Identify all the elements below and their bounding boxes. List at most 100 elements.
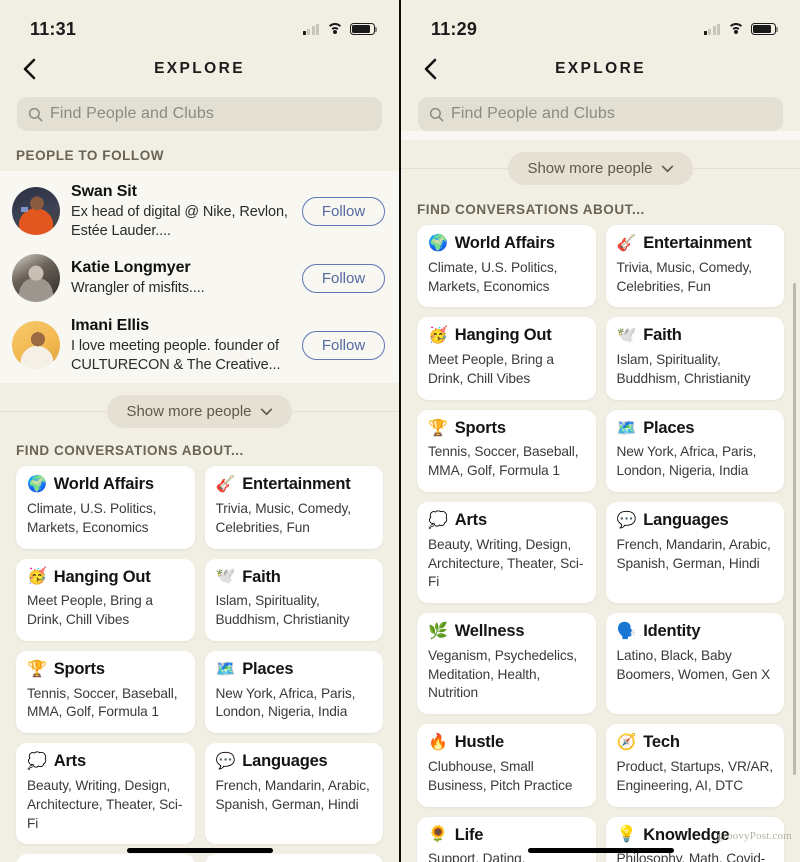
category-card[interactable]: 🥳 Hanging Out Meet People, Bring a Drink, … xyxy=(417,317,596,400)
person-name: Swan Sit xyxy=(71,183,137,200)
list-item[interactable]: Imani Ellis I love meeting people. found… xyxy=(0,309,399,381)
show-more-people-button[interactable]: Show more people xyxy=(107,395,292,429)
person-info: Swan Sit Ex head of digital @ Nike, Revl… xyxy=(71,182,291,240)
category-card[interactable]: 🔥 Hustle Clubhouse, Small Business, Pitch … xyxy=(417,724,596,807)
category-card[interactable]: 💬 Languages French, Mandarin, Arabic, Span… xyxy=(204,743,383,845)
category-title-row: 🔥 Hustle xyxy=(428,733,585,753)
search-icon xyxy=(28,107,43,121)
world-map-icon: 🗺️ xyxy=(616,419,637,437)
show-more-people-button[interactable]: Show more people xyxy=(508,152,693,185)
category-label: Arts xyxy=(454,510,487,529)
category-label: Places xyxy=(643,418,695,437)
thought-balloon-icon: 💭 xyxy=(27,753,47,771)
category-topics: Trivia, Music, Comedy, Celebrities, Fun xyxy=(616,259,753,294)
search-input[interactable]: Find People and Clubs xyxy=(17,97,382,131)
category-topics: Clubhouse, Small Business, Pitch Practic… xyxy=(428,758,573,793)
category-card[interactable]: 🌍 World Affairs Climate, U.S. Politics, Ma… xyxy=(16,466,195,549)
category-title-row: 🥳 Hanging Out xyxy=(428,326,585,346)
status-time: 11:29 xyxy=(431,18,478,39)
speech-balloon-icon: 💬 xyxy=(215,753,236,771)
page-title: EXPLORE xyxy=(154,60,245,77)
category-label: Entertainment xyxy=(643,234,752,252)
search-input[interactable]: Find People and Clubs xyxy=(418,97,783,131)
category-grid-left: 🌍 World Affairs Climate, U.S. Politics, Ma… xyxy=(0,466,399,862)
category-title-row: 🌿 Wellness xyxy=(428,622,585,642)
category-title-row: 🗣️ Identity xyxy=(617,622,774,642)
category-topics: New York, Africa, Paris, London, Nigeria… xyxy=(215,685,356,720)
back-button[interactable] xyxy=(16,56,42,82)
conversations-section-header-left: FIND CONVERSATIONS ABOUT... xyxy=(16,443,244,459)
category-title-row: 🎸 Entertainment xyxy=(216,475,373,495)
page-title: EXPLORE xyxy=(555,60,646,77)
home-indicator xyxy=(126,847,273,853)
category-title-row: 🕊️ Faith xyxy=(216,568,373,588)
category-label: Tech xyxy=(643,733,680,752)
search-placeholder: Find People and Clubs xyxy=(50,105,214,122)
panel-edge xyxy=(401,131,800,140)
category-title-row: 🥳 Hanging Out xyxy=(27,568,184,588)
people-to-follow-list: Swan Sit Ex head of digital @ Nike, Revl… xyxy=(0,171,399,384)
category-topics: Meet People, Bring a Drink, Chill Vibes xyxy=(27,593,153,628)
speech-balloon-icon: 💬 xyxy=(616,511,637,529)
category-card[interactable]: 🗺️ Places New York, Africa, Paris, London,… xyxy=(605,409,784,492)
status-indicators xyxy=(703,22,779,36)
category-title-row: 🗺️ Places xyxy=(216,660,373,680)
list-item[interactable]: Katie Longmyer Wrangler of misfits.... F… xyxy=(0,247,399,309)
back-button[interactable] xyxy=(417,56,443,82)
category-topics: Islam, Spirituality, Buddhism, Christian… xyxy=(616,352,751,386)
follow-button[interactable]: Follow xyxy=(302,330,385,360)
category-card[interactable]: 💭 Arts Beauty, Writing, Design, Architectu… xyxy=(417,501,596,604)
category-label: Life xyxy=(454,825,484,844)
category-card[interactable]: 🗣️IdentityLatino, Black, Baby Boomers, W… xyxy=(204,854,383,862)
show-more-people-container: Show more people xyxy=(401,140,800,196)
category-card[interactable]: 💬 Languages French, Mandarin, Arabic, Span… xyxy=(605,501,784,604)
guitar-icon: 🎸 xyxy=(616,234,637,252)
category-label: World Affairs xyxy=(53,475,154,494)
wifi-icon xyxy=(326,23,343,35)
category-title-row: 💭 Arts xyxy=(27,752,184,772)
category-card[interactable]: 🌿WellnessVeganism, Psychedelics, Meditat… xyxy=(16,854,195,862)
category-card[interactable]: 🌿Wellness Veganism, Psychedelics, Meditat… xyxy=(417,613,596,715)
category-card[interactable]: 🗣️IdentityLatino, Black, Baby Boomers, W… xyxy=(605,613,784,715)
category-card[interactable]: 🎸 Entertainment Trivia, Music, Comedy, Cel… xyxy=(204,466,383,549)
category-card[interactable]: 🏆 Sports Tennis, Soccer, Baseball, MMA, Go… xyxy=(417,409,596,492)
trophy-icon: 🏆 xyxy=(428,419,448,437)
category-card[interactable]: 🌍 World Affairs Climate, U.S. Politics, Ma… xyxy=(417,225,596,308)
dual-phone-screenshot: 11:31 EXPLORE Find People and Clubs PEOP… xyxy=(0,0,800,862)
category-card[interactable]: 🎸 Entertainment Trivia, Music, Comedy, Cel… xyxy=(605,225,784,308)
category-label: Places xyxy=(242,659,294,678)
category-card[interactable]: 🧭 Tech Product, Startups, VR/AR, Engineeri… xyxy=(605,724,784,807)
home-indicator xyxy=(527,847,674,853)
person-name: Imani Ellis xyxy=(71,317,150,335)
category-card[interactable]: 💭 Arts Beauty, Writing, Design, Architectu… xyxy=(16,743,195,845)
follow-button[interactable]: Follow xyxy=(302,263,385,293)
person-name: Katie Longmyer xyxy=(71,259,191,277)
category-card[interactable]: 🌻LifeSupport, Dating, Grownuping, Parent… xyxy=(417,816,596,862)
world-map-icon: 🗺️ xyxy=(215,660,236,678)
category-card[interactable]: 🗺️ Places New York, Africa, Paris, London,… xyxy=(204,650,383,734)
category-topics: Climate, U.S. Politics, Markets, Economi… xyxy=(428,259,558,294)
battery-icon xyxy=(350,22,378,36)
show-more-people-label: Show more people xyxy=(527,160,653,177)
category-label: Wellness xyxy=(454,622,525,641)
person-info: Katie Longmyer Wrangler of misfits.... xyxy=(71,258,291,298)
cellular-signal-icon xyxy=(302,23,319,35)
status-indicators xyxy=(302,22,378,36)
category-card[interactable]: 🏆 Sports Tennis, Soccer, Baseball, MMA, Go… xyxy=(16,650,195,734)
avatar xyxy=(12,254,60,303)
category-label: Languages xyxy=(242,752,328,771)
vertical-scrollbar[interactable] xyxy=(793,283,796,775)
globe-icon: 🌍 xyxy=(428,234,448,252)
category-label: Languages xyxy=(643,510,729,529)
category-card[interactable]: 🕊️ Faith Islam, Spirituality, Buddhism, Ch… xyxy=(204,558,383,641)
category-card[interactable]: 🕊️ Faith Islam, Spirituality, Buddhism, Ch… xyxy=(605,317,784,400)
category-title-row: 🌻 Life xyxy=(428,826,585,846)
category-topics: Trivia, Music, Comedy, Celebrities, Fun xyxy=(215,500,352,535)
category-card[interactable]: 🥳 Hanging Out Meet People, Bring a Drink, … xyxy=(16,558,195,641)
follow-button[interactable]: Follow xyxy=(302,196,385,226)
category-label: Sports xyxy=(454,418,506,437)
category-topics: Tennis, Soccer, Baseball, MMA, Golf, For… xyxy=(428,444,579,479)
speaking-head-icon: 🗣️ xyxy=(616,622,637,640)
category-topics: Veganism, Psychedelics, Meditation, Heal… xyxy=(428,647,578,701)
list-item[interactable]: Swan Sit Ex head of digital @ Nike, Revl… xyxy=(0,175,399,247)
